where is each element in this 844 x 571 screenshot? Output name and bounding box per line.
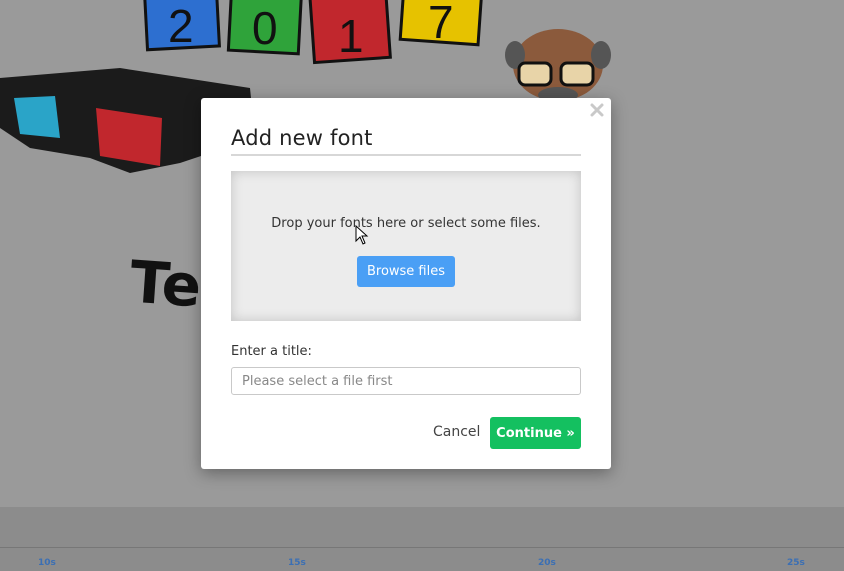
timeline-rule [0,547,844,548]
timeline-tick-20s: 20s [538,558,556,568]
cancel-button[interactable]: Cancel [427,423,486,441]
font-dropzone[interactable]: Drop your fonts here or select some file… [231,171,581,321]
timeline-tick-25s: 25s [787,558,805,568]
year-digit-4: 7 [428,0,454,48]
year-digit-3: 1 [338,10,364,62]
continue-button[interactable]: Continue » [490,417,581,449]
mouse-cursor-icon [355,225,369,245]
browse-files-button[interactable]: Browse files [357,256,455,287]
timeline-tick-15s: 15s [288,558,306,568]
timeline-tick-10s: 10s [38,558,56,568]
title-field-label: Enter a title: [231,344,312,359]
year-digit-2: 0 [252,2,278,54]
year-blocks-illustration: 2 0 1 7 [142,0,484,65]
background-title-text: Te [127,247,204,321]
add-font-modal: Add new font Drop your fonts here or sel… [201,98,611,469]
close-icon[interactable] [589,102,605,118]
professor-illustration [505,29,611,103]
year-digit-1: 2 [168,0,194,52]
title-input[interactable] [231,367,581,395]
timeline-ruler[interactable]: 10s 15s 20s 25s [0,507,844,571]
dropzone-hint: Drop your fonts here or select some file… [271,216,541,231]
modal-title: Add new font [231,126,581,156]
